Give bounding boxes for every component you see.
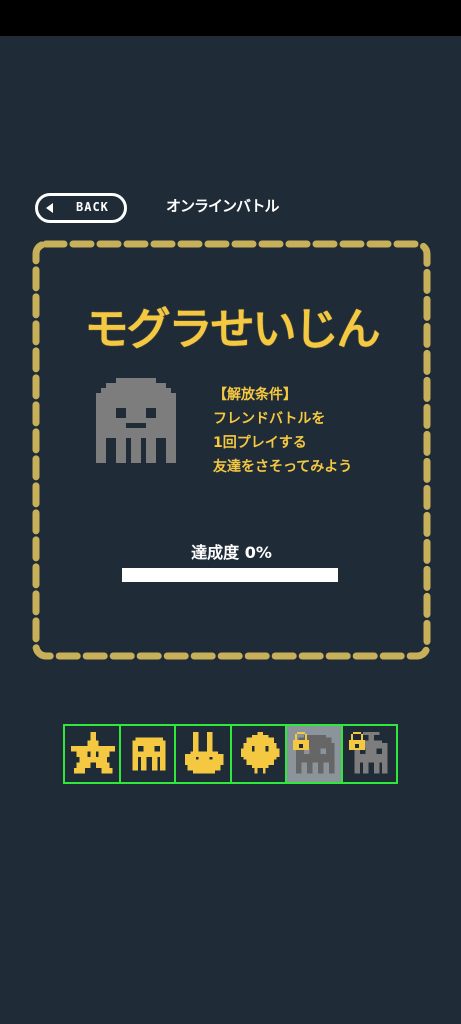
character-tile-star[interactable] (63, 724, 121, 784)
condition-line: 1回プレイする (213, 435, 307, 451)
chick-icon (240, 732, 279, 774)
mole-alien-icon (96, 378, 176, 463)
condition-line: フレンドバトルを (213, 411, 326, 427)
character-tile-antenna-alien[interactable] (340, 724, 398, 784)
status-bar (0, 0, 461, 36)
character-tile-rabbit[interactable] (174, 724, 232, 784)
jellyfish-icon (132, 737, 165, 771)
progress-label: 達成度 0% (191, 543, 272, 562)
unlock-panel: モグラせいじん 【解放条件】 フレンドバトルを 1回プレイする 友達をさそってみ… (30, 238, 433, 662)
mode-title: モグラせいじん (84, 304, 381, 355)
lock-icon (293, 732, 309, 750)
back-button-label: BACK (76, 200, 109, 214)
rabbit-hand-icon (184, 732, 224, 774)
back-button[interactable]: BACK (35, 193, 127, 223)
condition-line: 【解放条件】 (213, 387, 297, 403)
character-tile-chick[interactable] (229, 724, 287, 784)
character-selector (63, 724, 398, 784)
screen-title: オンラインバトル (166, 197, 279, 215)
star-icon (71, 732, 115, 774)
back-arrow-icon (46, 203, 53, 213)
header: BACK オンラインバトル (0, 190, 461, 224)
character-tile-mole-alien[interactable] (285, 724, 343, 784)
unlock-condition: 【解放条件】 フレンドバトルを 1回プレイする 友達をさそってみよう (213, 383, 352, 479)
character-tile-jellyfish[interactable] (118, 724, 176, 784)
lock-icon (348, 732, 365, 750)
condition-line: 友達をさそってみよう (213, 459, 353, 475)
progress-bar (122, 568, 338, 582)
